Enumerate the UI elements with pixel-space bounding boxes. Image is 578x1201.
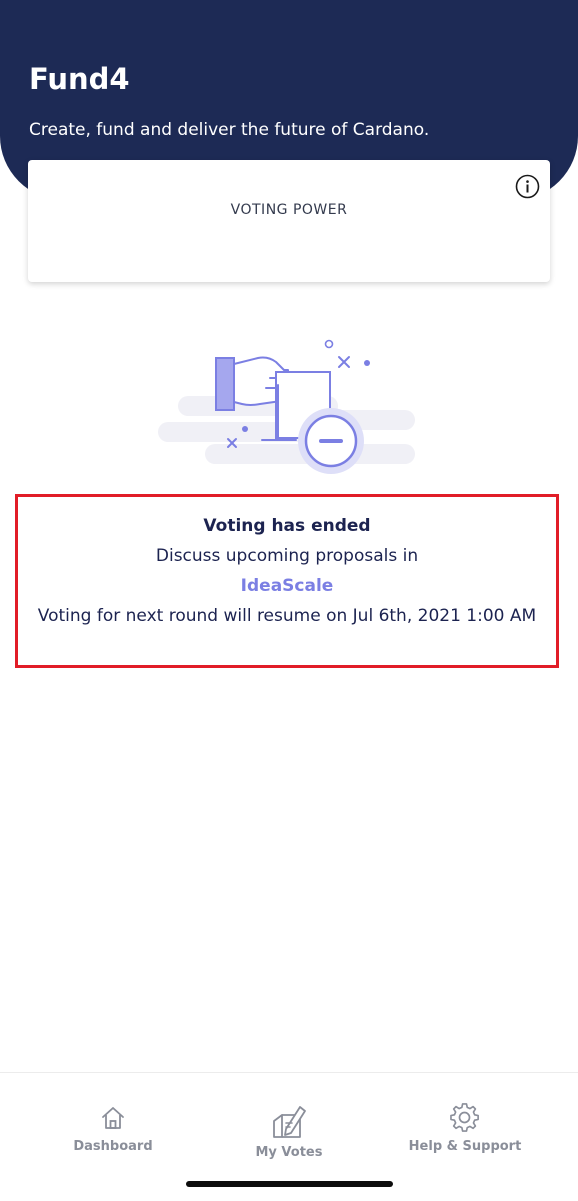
voting-status-box: Voting has ended Discuss upcoming propos… (15, 494, 559, 668)
nav-dashboard-label: Dashboard (73, 1139, 153, 1154)
nav-help-support[interactable]: Help & Support (370, 1103, 560, 1154)
voting-ended-illustration (158, 339, 415, 474)
ballot-vote-icon (273, 1106, 306, 1138)
discuss-text: Discuss upcoming proposals in (155, 546, 419, 566)
resume-text: Voting for next round will resume on Jul… (37, 606, 537, 626)
nav-dashboard[interactable]: Dashboard (18, 1103, 208, 1154)
gear-icon (450, 1103, 479, 1132)
nav-help-support-label: Help & Support (408, 1139, 522, 1154)
info-icon[interactable] (515, 174, 540, 199)
fund-title: Fund4 (29, 62, 130, 96)
voting-ended-title: Voting has ended (203, 516, 371, 536)
nav-my-votes[interactable]: My Votes (194, 1103, 384, 1160)
home-icon (102, 1107, 124, 1129)
nav-my-votes-label: My Votes (255, 1145, 323, 1160)
home-indicator (186, 1181, 393, 1187)
voting-power-card: VOTING POWER (28, 160, 550, 282)
voting-power-label: VOTING POWER (230, 202, 348, 218)
fund-subtitle: Create, fund and deliver the future of C… (29, 120, 430, 140)
ideascale-link[interactable]: IdeaScale (241, 576, 334, 596)
